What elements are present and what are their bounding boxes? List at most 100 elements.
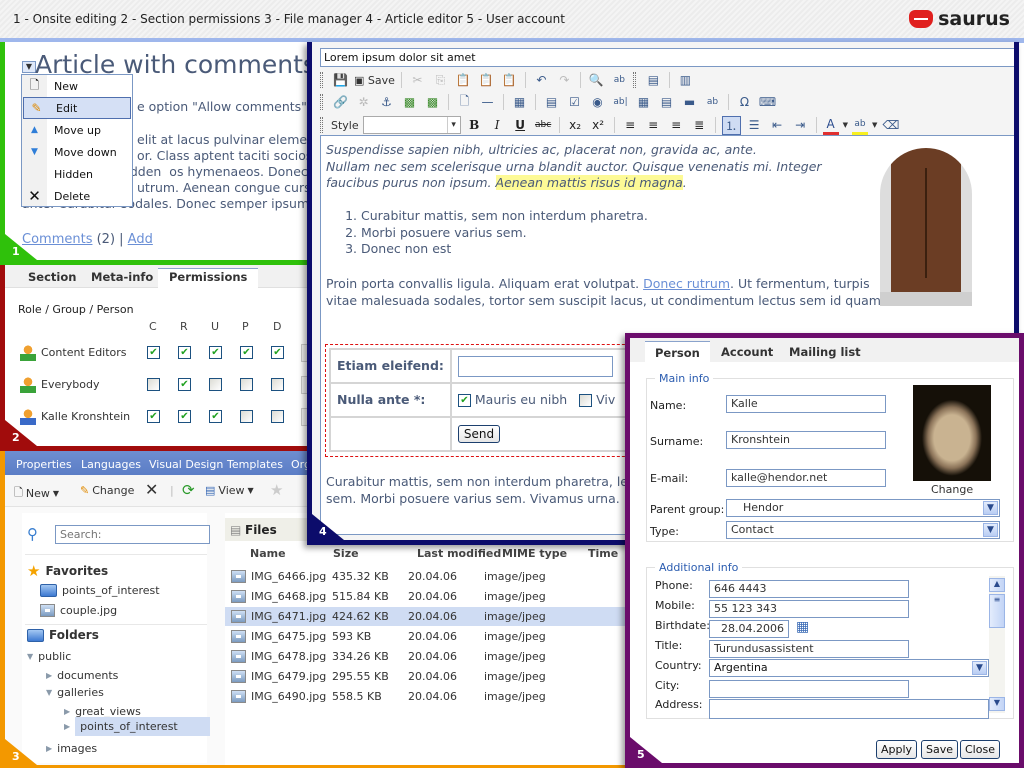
- item-menu-button[interactable]: ▼: [22, 61, 36, 73]
- scroll-down-arrow-icon[interactable]: ▼: [989, 697, 1005, 711]
- address-textarea[interactable]: [709, 699, 989, 719]
- cut-icon[interactable]: ✂: [408, 71, 427, 90]
- radio-icon[interactable]: ◉: [588, 93, 607, 112]
- special-char-omega-icon[interactable]: Ω: [735, 93, 754, 112]
- justify-icon[interactable]: ≣: [690, 116, 709, 135]
- bold-icon[interactable]: B: [465, 116, 484, 135]
- ordered-list-icon[interactable]: ⒈: [721, 115, 741, 135]
- file-row[interactable]: IMG_6478.jpg 334.26 KB 20.04.06 image/jpeg: [225, 647, 625, 666]
- align-left-icon[interactable]: ≡: [621, 116, 640, 135]
- replace-icon[interactable]: ab: [610, 71, 629, 90]
- col-name[interactable]: Name: [250, 547, 286, 560]
- outdent-icon[interactable]: ⇤: [768, 116, 787, 135]
- align-right-icon[interactable]: ≡: [667, 116, 686, 135]
- menu-item-edit[interactable]: ✎ Edit: [23, 97, 131, 119]
- country-select[interactable]: Argentina ▼: [709, 659, 989, 677]
- undo-icon[interactable]: ↶: [532, 71, 551, 90]
- phone-input[interactable]: 646 4443: [709, 580, 909, 598]
- save-disk-icon[interactable]: 💾: [331, 71, 350, 90]
- col-time[interactable]: Time: [588, 547, 618, 560]
- tab-section[interactable]: Section: [28, 270, 76, 284]
- indent-icon[interactable]: ⇥: [791, 116, 810, 135]
- file-row[interactable]: IMG_6466.jpg 435.32 KB 20.04.06 image/jpeg: [225, 567, 625, 586]
- unordered-list-icon[interactable]: ☰: [745, 116, 764, 135]
- close-button[interactable]: Close: [960, 740, 1000, 759]
- subscript-icon[interactable]: x₂: [566, 116, 585, 135]
- checkbox-icon[interactable]: ☑: [565, 93, 584, 112]
- tab-permissions[interactable]: Permissions: [158, 268, 259, 289]
- table-icon[interactable]: ▦: [510, 93, 529, 112]
- keyboard-icon[interactable]: ⌨: [758, 93, 777, 112]
- permission-checkbox-U[interactable]: ✔: [209, 410, 222, 423]
- save-close-icon[interactable]: ▣ Save: [354, 71, 395, 90]
- surname-input[interactable]: Kronshtein: [726, 431, 886, 449]
- permission-checkbox-P[interactable]: [240, 378, 253, 391]
- birthdate-input[interactable]: 28.04.2006: [709, 620, 789, 638]
- tab-account[interactable]: Account: [721, 345, 773, 359]
- document-icon[interactable]: 🗋: [455, 93, 474, 112]
- file-row[interactable]: IMG_6490.jpg 558.5 KB 20.04.06 image/jpeg: [225, 687, 625, 706]
- title-input[interactable]: Turundusassistent: [709, 640, 909, 658]
- save-button[interactable]: Save: [921, 740, 959, 759]
- link-icon[interactable]: 🔗: [331, 93, 350, 112]
- view-button[interactable]: ▤ View ▼: [205, 484, 254, 497]
- image-new-icon[interactable]: ▩: [423, 93, 442, 112]
- permission-checkbox-C[interactable]: ✔: [147, 346, 160, 359]
- permission-checkbox-P[interactable]: [240, 410, 253, 423]
- anchor-icon[interactable]: ⚓: [377, 93, 396, 112]
- tab-person[interactable]: Person: [645, 341, 710, 363]
- name-input[interactable]: Kalle: [726, 395, 886, 413]
- permission-checkbox-R[interactable]: ✔: [178, 378, 191, 391]
- calendar-icon[interactable]: ▦: [796, 619, 809, 635]
- style-select[interactable]: [362, 116, 461, 134]
- permission-checkbox-C[interactable]: [147, 378, 160, 391]
- mauris-checkbox[interactable]: ✔: [457, 393, 471, 407]
- template-icon[interactable]: ▤: [644, 71, 663, 90]
- donec-rutrum-link[interactable]: Donec rutrum: [643, 276, 730, 291]
- tree-item-images[interactable]: ▶ images: [46, 742, 97, 755]
- menu-item-new[interactable]: 🗋 New: [22, 75, 132, 97]
- etiam-eleifend-input[interactable]: [457, 355, 613, 377]
- menu-item-move-down[interactable]: ▼ Move down: [22, 141, 132, 163]
- textfield-icon[interactable]: ab|: [611, 93, 630, 112]
- door-photo[interactable]: [880, 148, 972, 306]
- superscript-icon[interactable]: x²: [589, 116, 608, 135]
- strikethrough-icon[interactable]: abc: [534, 116, 553, 135]
- file-row[interactable]: IMG_6475.jpg 593 KB 20.04.06 image/jpeg: [225, 627, 625, 646]
- align-center-icon[interactable]: ≡: [644, 116, 663, 135]
- menu-item-delete[interactable]: ✕ Delete: [22, 185, 132, 207]
- permission-checkbox-P[interactable]: ✔: [240, 346, 253, 359]
- file-row[interactable]: IMG_6479.jpg 295.55 KB 20.04.06 image/jpeg: [225, 667, 625, 686]
- file-row[interactable]: IMG_6468.jpg 515.84 KB 20.04.06 image/jpeg: [225, 587, 625, 606]
- italic-icon[interactable]: I: [488, 116, 507, 135]
- email-input[interactable]: kalle@hendor.net: [726, 469, 886, 487]
- scroll-thumb[interactable]: ≡: [989, 594, 1005, 628]
- horizontal-rule-icon[interactable]: —: [478, 93, 497, 112]
- change-button[interactable]: ✎ Change: [80, 484, 134, 497]
- redo-icon[interactable]: ↷: [555, 71, 574, 90]
- type-select[interactable]: Contact ▼: [726, 521, 1000, 539]
- permission-checkbox-U[interactable]: ✔: [209, 346, 222, 359]
- unlink-icon[interactable]: ✲: [354, 93, 373, 112]
- tree-item-points-of-interest[interactable]: ▶ points_of_interest: [64, 717, 211, 736]
- tab-meta-info[interactable]: Meta-info: [91, 270, 153, 284]
- col-mime[interactable]: MIME type: [502, 547, 567, 560]
- hidden-field-icon[interactable]: ab: [703, 93, 722, 112]
- search-input[interactable]: [55, 525, 210, 544]
- change-photo-link[interactable]: Change: [931, 483, 973, 496]
- permission-checkbox-C[interactable]: ✔: [147, 410, 160, 423]
- permission-checkbox-D[interactable]: ✔: [271, 346, 284, 359]
- button-icon[interactable]: ▬: [680, 93, 699, 112]
- tab-mailing-list[interactable]: Mailing list: [789, 345, 861, 359]
- parent-group-select[interactable]: Hendor ▼: [726, 499, 1000, 517]
- text-color-icon[interactable]: A: [822, 116, 839, 135]
- file-row[interactable]: IMG_6471.jpg 424.62 KB 20.04.06 image/jpeg: [225, 607, 625, 626]
- menu-visual-design[interactable]: Visual Design: [149, 458, 223, 471]
- permission-checkbox-D[interactable]: [271, 378, 284, 391]
- paste-text-icon[interactable]: 📋: [477, 71, 496, 90]
- tree-item-documents[interactable]: ▶ documents: [46, 669, 118, 682]
- article-title-input[interactable]: Lorem ipsum dolor sit amet: [320, 48, 1014, 67]
- menu-templates[interactable]: Templates: [227, 458, 283, 471]
- highlight-color-icon[interactable]: ab: [852, 116, 869, 135]
- col-modified[interactable]: Last modified: [417, 547, 501, 560]
